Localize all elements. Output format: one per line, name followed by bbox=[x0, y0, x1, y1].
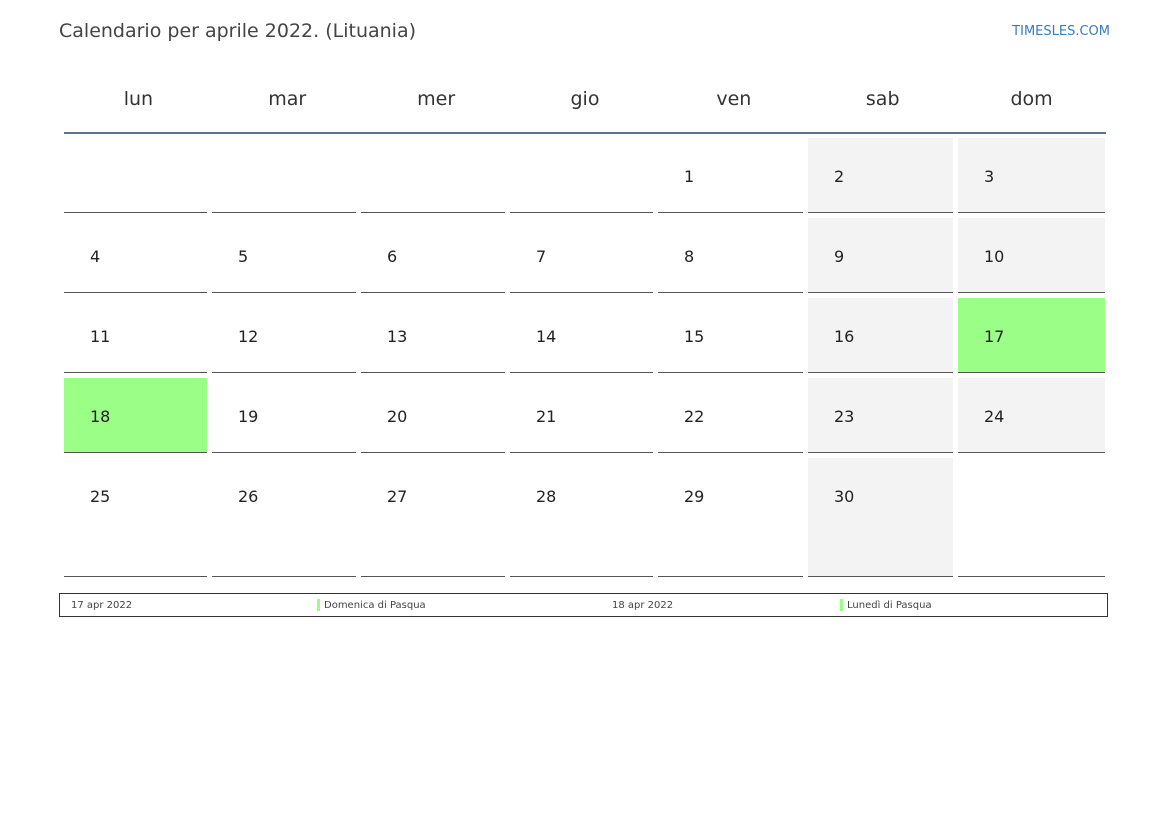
day-cell: 25 bbox=[64, 458, 207, 577]
day-cell: 22 bbox=[658, 378, 803, 453]
day-cell: 28 bbox=[510, 458, 653, 577]
day-cell: 3 bbox=[958, 138, 1105, 213]
day-number: 2 bbox=[834, 167, 845, 186]
weekday-header-row: lun mar mer gio ven sab dom bbox=[64, 80, 1106, 134]
legend-holiday-label: Lunedì di Pasqua bbox=[847, 600, 932, 611]
day-cell: 13 bbox=[361, 298, 505, 373]
day-number: 3 bbox=[984, 167, 995, 186]
day-number: 8 bbox=[684, 247, 695, 266]
holiday-color-marker bbox=[317, 599, 320, 611]
weekday-tue: mar bbox=[268, 88, 307, 110]
day-number: 22 bbox=[684, 407, 705, 426]
day-number: 6 bbox=[387, 247, 398, 266]
day-number: 30 bbox=[834, 487, 855, 506]
weekday-thu: gio bbox=[570, 88, 600, 110]
day-cell bbox=[510, 138, 653, 213]
day-cell bbox=[958, 458, 1105, 577]
day-number: 16 bbox=[834, 327, 855, 346]
legend-holiday-name: Domenica di Pasqua bbox=[317, 599, 426, 611]
day-cell: 26 bbox=[212, 458, 356, 577]
day-number: 21 bbox=[536, 407, 557, 426]
day-cell: 29 bbox=[658, 458, 803, 577]
day-cell: 1 bbox=[658, 138, 803, 213]
holiday-color-marker bbox=[840, 599, 843, 611]
day-number: 17 bbox=[984, 327, 1005, 346]
day-number: 19 bbox=[238, 407, 259, 426]
day-cell: 20 bbox=[361, 378, 505, 453]
day-cell: 21 bbox=[510, 378, 653, 453]
day-number: 14 bbox=[536, 327, 557, 346]
legend-date: 17 apr 2022 bbox=[71, 600, 133, 611]
day-cell: 11 bbox=[64, 298, 207, 373]
day-number: 1 bbox=[684, 167, 695, 186]
weekday-mon: lun bbox=[123, 88, 154, 110]
day-number: 7 bbox=[536, 247, 547, 266]
day-cell: 10 bbox=[958, 218, 1105, 293]
day-number: 15 bbox=[684, 327, 705, 346]
day-cell: 5 bbox=[212, 218, 356, 293]
day-number: 29 bbox=[684, 487, 705, 506]
day-cell: 16 bbox=[808, 298, 953, 373]
weekday-sun: dom bbox=[1010, 88, 1053, 110]
day-number: 11 bbox=[90, 327, 111, 346]
day-number: 24 bbox=[984, 407, 1005, 426]
day-cell: 15 bbox=[658, 298, 803, 373]
day-cell: 17 bbox=[958, 298, 1105, 373]
day-cell bbox=[361, 138, 505, 213]
weekday-wed: mer bbox=[417, 88, 456, 110]
day-number: 9 bbox=[834, 247, 845, 266]
weekday-fri: ven bbox=[716, 88, 752, 110]
day-cell: 8 bbox=[658, 218, 803, 293]
day-cell: 14 bbox=[510, 298, 653, 373]
day-cell: 27 bbox=[361, 458, 505, 577]
day-number: 28 bbox=[536, 487, 557, 506]
day-number: 13 bbox=[387, 327, 408, 346]
day-cell: 23 bbox=[808, 378, 953, 453]
day-cell: 6 bbox=[361, 218, 505, 293]
day-cell: 19 bbox=[212, 378, 356, 453]
legend-holiday-label: Domenica di Pasqua bbox=[324, 600, 426, 611]
holiday-legend: 17 apr 2022 Domenica di Pasqua 18 apr 20… bbox=[59, 593, 1108, 617]
day-number: 27 bbox=[387, 487, 408, 506]
day-cell: 12 bbox=[212, 298, 356, 373]
legend-holiday-name: Lunedì di Pasqua bbox=[840, 599, 932, 611]
day-number: 26 bbox=[238, 487, 259, 506]
day-number: 18 bbox=[90, 407, 111, 426]
weekday-sat: sab bbox=[865, 88, 900, 110]
brand-link[interactable]: TIMESLES.COM bbox=[1012, 24, 1110, 39]
day-number: 25 bbox=[90, 487, 111, 506]
page-title: Calendario per aprile 2022. (Lituania) bbox=[59, 20, 417, 42]
day-number: 10 bbox=[984, 247, 1005, 266]
day-cell bbox=[212, 138, 356, 213]
day-number: 20 bbox=[387, 407, 408, 426]
day-cell: 4 bbox=[64, 218, 207, 293]
legend-date: 18 apr 2022 bbox=[612, 600, 674, 611]
day-cell: 18 bbox=[64, 378, 207, 453]
day-cell: 2 bbox=[808, 138, 953, 213]
day-cell bbox=[64, 138, 207, 213]
day-cell: 9 bbox=[808, 218, 953, 293]
day-cell: 24 bbox=[958, 378, 1105, 453]
day-number: 23 bbox=[834, 407, 855, 426]
day-cell: 7 bbox=[510, 218, 653, 293]
day-cell: 30 bbox=[808, 458, 953, 577]
day-number: 4 bbox=[90, 247, 101, 266]
day-number: 5 bbox=[238, 247, 249, 266]
day-number: 12 bbox=[238, 327, 259, 346]
